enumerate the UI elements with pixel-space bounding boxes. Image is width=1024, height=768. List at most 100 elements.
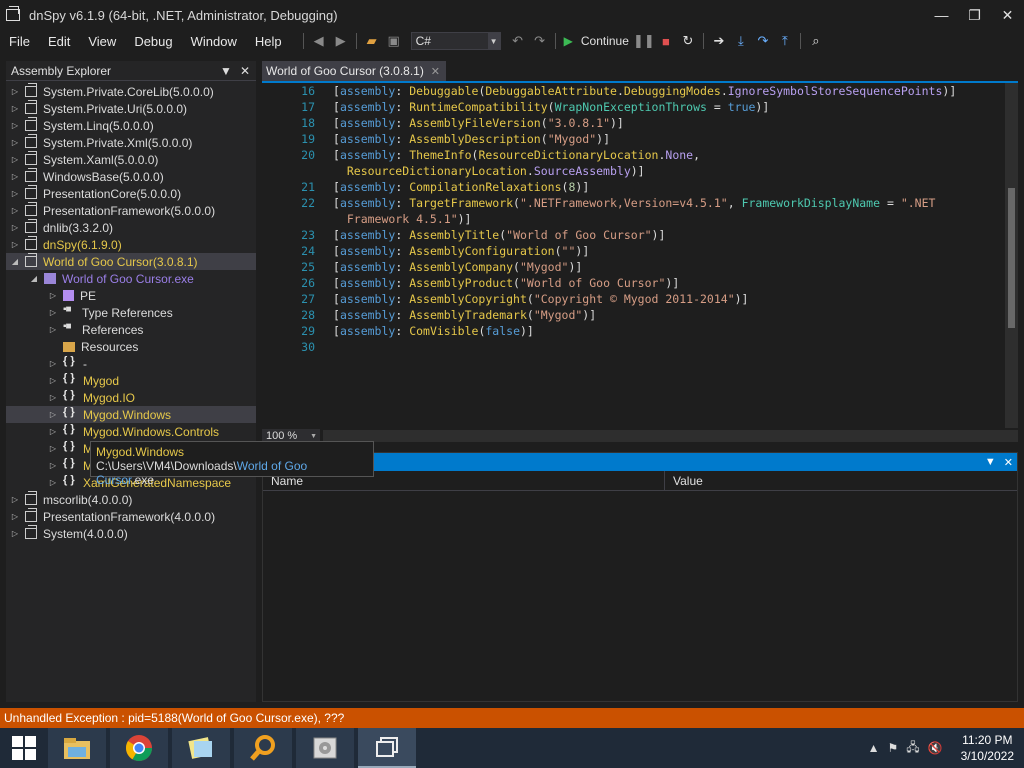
collapsed-arrow-icon[interactable]: ▷ bbox=[10, 495, 20, 504]
taskbar-clock[interactable]: 11:20 PM 3/10/2022 bbox=[961, 732, 1014, 764]
collapsed-arrow-icon[interactable]: ▷ bbox=[10, 512, 20, 521]
show-next-statement-icon[interactable]: ➔ bbox=[708, 30, 730, 52]
search-app-taskbar-button[interactable] bbox=[234, 728, 292, 768]
code-editor[interactable]: 16 [assembly: Debuggable(DebuggableAttrib… bbox=[279, 83, 1005, 428]
disk-app-taskbar-button[interactable] bbox=[296, 728, 354, 768]
tree-item[interactable]: ◢ World of Goo Cursor.exe bbox=[6, 270, 256, 287]
tree-item[interactable]: ▷ Type References bbox=[6, 304, 256, 321]
menu-view[interactable]: View bbox=[79, 34, 125, 49]
volume-muted-icon[interactable]: 🔇 bbox=[928, 741, 943, 755]
collapsed-arrow-icon[interactable]: ▷ bbox=[48, 478, 58, 487]
code-text: [assembly: AssemblyCopyright("Copyright … bbox=[333, 291, 748, 307]
navigate-forward-icon[interactable]: ▶ bbox=[330, 30, 352, 52]
dnspy-taskbar-button[interactable] bbox=[358, 728, 416, 768]
action-center-flag-icon[interactable]: ⚑ bbox=[888, 741, 899, 755]
tree-item[interactable]: ▷ dnlib (3.3.2.0) bbox=[6, 219, 256, 236]
pane-close-icon[interactable]: ✕ bbox=[1004, 456, 1013, 469]
tree-item[interactable]: ▷ PE bbox=[6, 287, 256, 304]
collapsed-arrow-icon[interactable]: ▷ bbox=[48, 291, 58, 300]
panel-close-icon[interactable]: ✕ bbox=[240, 64, 250, 78]
tree-item[interactable]: ▷ PresentationFramework (4.0.0.0) bbox=[6, 508, 256, 525]
expanded-arrow-icon[interactable]: ◢ bbox=[29, 274, 39, 283]
tree-item[interactable]: ▷ mscorlib (4.0.0.0) bbox=[6, 491, 256, 508]
collapsed-arrow-icon[interactable]: ▷ bbox=[10, 240, 20, 249]
restart-icon[interactable]: ↻ bbox=[677, 30, 699, 52]
collapsed-arrow-icon[interactable]: ▷ bbox=[48, 393, 58, 402]
panel-menu-chevron-icon[interactable]: ▼ bbox=[220, 64, 232, 78]
search-icon[interactable]: ⌕ bbox=[805, 30, 827, 52]
tree-item[interactable]: ▷ System.Linq (5.0.0.0) bbox=[6, 117, 256, 134]
minimize-button[interactable]: — bbox=[925, 0, 958, 30]
collapsed-arrow-icon[interactable]: ▷ bbox=[48, 461, 58, 470]
tree-item[interactable]: ▷ System (4.0.0.0) bbox=[6, 525, 256, 542]
collapsed-arrow-icon[interactable]: ▷ bbox=[10, 223, 20, 232]
editor-vertical-scrollbar[interactable] bbox=[1005, 83, 1018, 428]
tree-item[interactable]: ▷ Mygod.Windows bbox=[6, 406, 256, 423]
pause-icon[interactable]: ❚❚ bbox=[633, 30, 655, 52]
tree-item[interactable]: ▷ Mygod.IO bbox=[6, 389, 256, 406]
menu-debug[interactable]: Debug bbox=[125, 34, 181, 49]
tree-item[interactable]: ▷ dnSpy (6.1.9.0) bbox=[6, 236, 256, 253]
menu-edit[interactable]: Edit bbox=[39, 34, 79, 49]
tree-item[interactable]: ▷ PresentationFramework (5.0.0.0) bbox=[6, 202, 256, 219]
expanded-arrow-icon[interactable]: ◢ bbox=[10, 257, 20, 266]
navigate-back-icon[interactable]: ◀ bbox=[308, 30, 330, 52]
chrome-taskbar-button[interactable] bbox=[110, 728, 168, 768]
continue-button[interactable]: ▶ Continue bbox=[560, 34, 633, 48]
open-folder-icon[interactable]: ▰ bbox=[361, 30, 383, 52]
tree-item[interactable]: ▷ System.Private.Xml (5.0.0.0) bbox=[6, 134, 256, 151]
collapsed-arrow-icon[interactable]: ▷ bbox=[10, 138, 20, 147]
collapsed-arrow-icon[interactable]: ▷ bbox=[10, 104, 20, 113]
collapsed-arrow-icon[interactable]: ▷ bbox=[48, 359, 58, 368]
tree-item[interactable]: ▷ PresentationCore (5.0.0.0) bbox=[6, 185, 256, 202]
collapsed-arrow-icon[interactable]: ▷ bbox=[48, 325, 58, 334]
close-button[interactable]: ✕ bbox=[991, 0, 1024, 30]
language-select[interactable]: C# ▼ bbox=[410, 32, 501, 50]
menu-window[interactable]: Window bbox=[182, 34, 246, 49]
stop-icon[interactable]: ■ bbox=[655, 30, 677, 52]
collapsed-arrow-icon[interactable]: ▷ bbox=[48, 444, 58, 453]
step-into-icon[interactable]: ⤓ bbox=[730, 30, 752, 52]
save-all-icon[interactable]: ▣ bbox=[383, 30, 405, 52]
tree-item[interactable]: ▷ References bbox=[6, 321, 256, 338]
notes-taskbar-button[interactable] bbox=[172, 728, 230, 768]
step-over-icon[interactable]: ↷ bbox=[752, 30, 774, 52]
tree-item[interactable]: ▷ System.Private.Uri (5.0.0.0) bbox=[6, 100, 256, 117]
collapsed-arrow-icon[interactable]: ▷ bbox=[10, 121, 20, 130]
collapsed-arrow-icon[interactable]: ▷ bbox=[10, 206, 20, 215]
file-explorer-taskbar-button[interactable] bbox=[48, 728, 106, 768]
tree-item[interactable]: ▷ Mygod.Windows.Controls bbox=[6, 423, 256, 440]
collapsed-arrow-icon[interactable]: ▷ bbox=[48, 427, 58, 436]
tree-item[interactable]: ◢ World of Goo Cursor (3.0.8.1) bbox=[6, 253, 256, 270]
collapsed-arrow-icon[interactable]: ▷ bbox=[10, 529, 20, 538]
tree-item[interactable]: ▷ System.Xaml (5.0.0.0) bbox=[6, 151, 256, 168]
start-button[interactable] bbox=[0, 728, 48, 768]
step-out-icon[interactable]: ⤒ bbox=[774, 30, 796, 52]
tree-item[interactable]: ▷- bbox=[6, 355, 256, 372]
collapsed-arrow-icon[interactable]: ▷ bbox=[48, 410, 58, 419]
column-header-value[interactable]: Value bbox=[665, 471, 703, 490]
show-hidden-icons-icon[interactable]: ▲ bbox=[868, 741, 880, 755]
redo-icon[interactable]: ↷ bbox=[529, 30, 551, 52]
collapsed-arrow-icon[interactable]: ▷ bbox=[48, 308, 58, 317]
tree-item[interactable]: ▷ Mygod bbox=[6, 372, 256, 389]
menu-file[interactable]: File bbox=[0, 34, 39, 49]
maximize-button[interactable]: ❐ bbox=[958, 0, 991, 30]
menu-help[interactable]: Help bbox=[246, 34, 291, 49]
tree-item[interactable]: ▷ System.Private.CoreLib (5.0.0.0) bbox=[6, 83, 256, 100]
collapsed-arrow-icon[interactable]: ▷ bbox=[10, 189, 20, 198]
network-icon[interactable]: 🖧 bbox=[906, 738, 919, 759]
tree-item[interactable]: ▷ WindowsBase (5.0.0.0) bbox=[6, 168, 256, 185]
scrollbar-thumb[interactable] bbox=[1008, 188, 1015, 328]
tab-close-icon[interactable]: ✕ bbox=[431, 65, 440, 78]
tab-world-of-goo-cursor[interactable]: World of Goo Cursor (3.0.8.1) ✕ bbox=[262, 61, 446, 81]
undo-icon[interactable]: ↶ bbox=[507, 30, 529, 52]
line-number: 21 bbox=[301, 180, 315, 194]
collapsed-arrow-icon[interactable]: ▷ bbox=[48, 376, 58, 385]
pane-menu-chevron-icon[interactable]: ▼ bbox=[985, 456, 996, 468]
collapsed-arrow-icon[interactable]: ▷ bbox=[10, 155, 20, 164]
tree-item[interactable]: Resources bbox=[6, 338, 256, 355]
collapsed-arrow-icon[interactable]: ▷ bbox=[10, 172, 20, 181]
editor-horizontal-scrollbar[interactable] bbox=[323, 430, 1018, 442]
collapsed-arrow-icon[interactable]: ▷ bbox=[10, 87, 20, 96]
